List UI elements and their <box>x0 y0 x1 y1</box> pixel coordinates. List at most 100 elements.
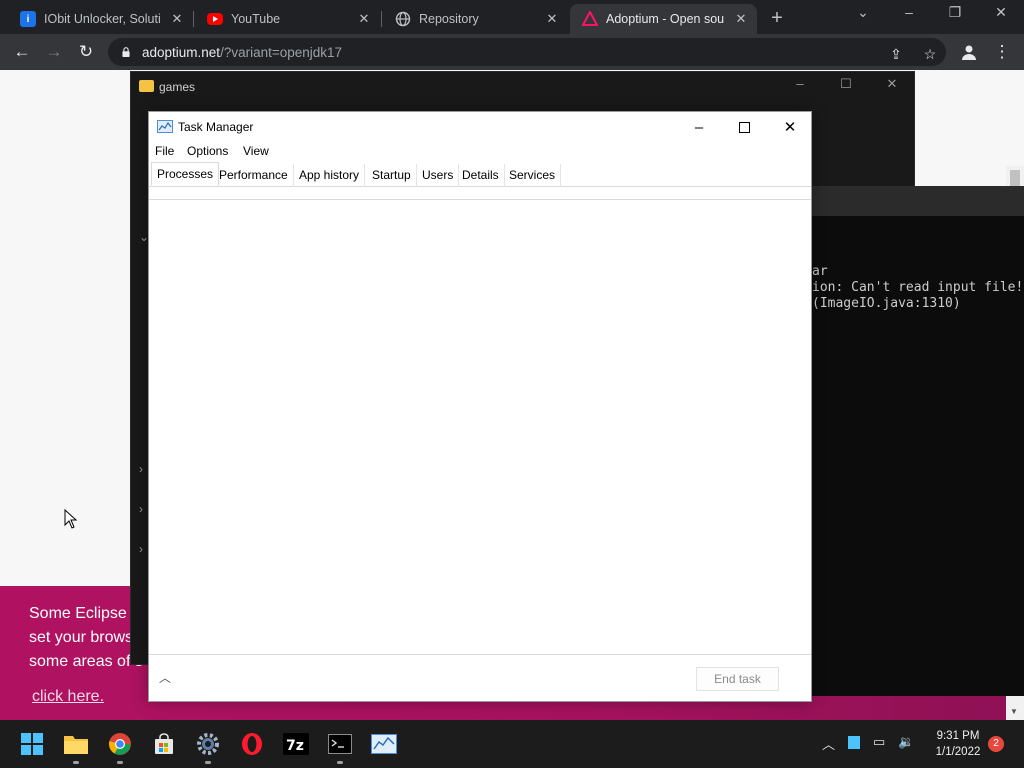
task-manager-taskbar-button[interactable] <box>368 728 400 760</box>
close-tab-icon[interactable]: ✕ <box>544 11 560 27</box>
chevron-right-icon[interactable]: › <box>139 462 143 476</box>
tab-details[interactable]: Details <box>457 164 505 187</box>
youtube-favicon <box>207 13 223 25</box>
opera-taskbar-button[interactable] <box>236 728 268 760</box>
console-line: ion: Can't read input file! <box>812 280 1024 295</box>
maximize-button[interactable] <box>732 116 756 138</box>
menu-view[interactable]: View <box>243 144 269 158</box>
bookmark-star-icon[interactable]: ☆ <box>920 44 940 64</box>
new-tab-button[interactable]: + <box>766 7 788 30</box>
explorer-maximize-button[interactable]: ☐ <box>835 76 857 92</box>
menu-bar: File Options View <box>149 142 811 162</box>
address-bar[interactable]: adoptium.net /?variant=openjdk17 ⇪ ☆ <box>108 38 946 66</box>
cookie-text-line: set your brows <box>29 629 134 646</box>
tab-bar: Processes Performance App history Startu… <box>149 162 811 187</box>
menu-file[interactable]: File <box>155 144 174 158</box>
terminal-taskbar-button[interactable] <box>324 728 356 764</box>
windows-logo-icon <box>21 733 43 755</box>
task-manager-title: Task Manager <box>178 120 254 134</box>
tray-app-icon[interactable] <box>848 736 860 749</box>
forward-button[interactable]: → <box>42 40 66 64</box>
console-line: (ImageIO.java:1310) <box>812 296 961 311</box>
end-task-button[interactable]: End task <box>696 667 779 691</box>
task-manager-icon <box>371 734 397 754</box>
notification-badge[interactable]: 2 <box>988 736 1004 752</box>
tab-search-icon[interactable]: ⌄ <box>853 4 873 21</box>
close-window-button[interactable]: ✕ <box>991 4 1011 21</box>
tab-repository[interactable]: Repository ✕ <box>383 4 568 34</box>
chrome-icon <box>109 733 131 755</box>
console-line: ar <box>812 264 828 279</box>
system-clock[interactable]: 9:31 PM 1/1/2022 <box>926 728 990 760</box>
task-manager-titlebar[interactable]: Task Manager – ✕ <box>149 112 811 142</box>
store-bag-icon <box>155 733 173 754</box>
speaker-icon[interactable]: 🔉 <box>898 734 914 750</box>
browser-toolbar: ← → ↻ adoptium.net /?variant=openjdk17 ⇪… <box>0 34 1024 70</box>
chevron-up-icon[interactable]: ︿ <box>822 734 835 753</box>
cookie-click-here-link[interactable]: click here. <box>32 688 104 706</box>
url-host: adoptium.net <box>142 44 221 60</box>
lock-icon[interactable] <box>120 47 132 57</box>
chevron-right-icon[interactable]: › <box>139 542 143 556</box>
close-button[interactable]: ✕ <box>778 116 802 138</box>
explorer-title: games <box>159 80 196 94</box>
running-indicator <box>337 761 343 764</box>
running-indicator <box>205 761 211 764</box>
explorer-minimize-button[interactable]: – <box>789 76 811 91</box>
7zip-taskbar-button[interactable]: 7z <box>280 728 312 760</box>
chevron-right-icon[interactable]: › <box>139 502 143 516</box>
menu-kebab-icon[interactable]: ⋮ <box>990 40 1014 64</box>
minimize-window-button[interactable]: – <box>899 4 919 20</box>
tab-services[interactable]: Services <box>504 164 562 187</box>
cookie-text-line: Some Eclipse <box>29 605 127 622</box>
share-icon[interactable]: ⇪ <box>886 44 906 64</box>
start-button[interactable] <box>16 728 48 760</box>
network-icon[interactable]: ▭ <box>873 734 885 750</box>
clock-date: 1/1/2022 <box>935 746 981 758</box>
console-window: ar ion: Can't read input file! (ImageIO.… <box>812 186 1024 696</box>
browser-tabstrip: i IObit Unlocker, Solutio ✕ YouTube ✕ Re… <box>0 0 1024 34</box>
tab-adoptium[interactable]: Adoptium - Open sour ✕ <box>570 4 757 34</box>
tab-iobit[interactable]: i IObit Unlocker, Solutio ✕ <box>8 4 193 34</box>
tab-processes[interactable]: Processes <box>151 162 220 186</box>
running-indicator <box>73 761 79 764</box>
explorer-close-button[interactable]: ✕ <box>881 76 903 92</box>
tab-startup[interactable]: Startup <box>367 164 417 187</box>
close-tab-icon[interactable]: ✕ <box>733 11 749 27</box>
close-tab-icon[interactable]: ✕ <box>356 11 372 27</box>
folder-icon <box>139 80 154 92</box>
fewer-details-chevron-up-icon[interactable]: ︿ <box>159 669 171 686</box>
tab-title: Repository <box>419 12 479 26</box>
tab-title: YouTube <box>231 12 281 26</box>
minimize-button[interactable]: – <box>687 116 711 138</box>
tab-separator <box>193 11 194 27</box>
file-explorer-taskbar-button[interactable] <box>60 728 92 764</box>
tab-title: Adoptium - Open sour <box>606 12 725 26</box>
profile-avatar-icon[interactable] <box>957 40 981 64</box>
back-button[interactable]: ← <box>10 40 34 64</box>
cookie-text-line: some areas of s <box>29 653 143 670</box>
tab-users[interactable]: Users <box>417 164 460 187</box>
store-taskbar-button[interactable] <box>148 728 180 760</box>
svg-text:7z: 7z <box>286 738 304 754</box>
tab-youtube[interactable]: YouTube ✕ <box>195 4 380 34</box>
tab-performance[interactable]: Performance <box>214 164 294 187</box>
mouse-cursor-icon <box>64 509 78 529</box>
iobit-favicon: i <box>20 11 36 27</box>
reload-button[interactable]: ↻ <box>74 40 98 64</box>
restore-window-button[interactable]: ❐ <box>945 4 965 21</box>
scrollbar-thumb[interactable] <box>1010 170 1020 186</box>
settings-taskbar-button[interactable] <box>192 728 224 764</box>
folder-icon <box>64 736 88 754</box>
close-tab-icon[interactable]: ✕ <box>169 11 185 27</box>
chrome-taskbar-button[interactable] <box>104 728 136 764</box>
clock-time: 9:31 PM <box>936 730 980 742</box>
running-indicator <box>117 761 123 764</box>
tab-app-history[interactable]: App history <box>294 164 366 187</box>
menu-options[interactable]: Options <box>187 144 228 158</box>
terminal-icon <box>328 734 352 754</box>
scroll-down-arrow-icon[interactable]: ▼ <box>1010 707 1018 716</box>
process-list[interactable] <box>149 200 811 653</box>
tab-separator <box>381 11 382 27</box>
tab-title: IObit Unlocker, Solutio <box>44 12 161 26</box>
